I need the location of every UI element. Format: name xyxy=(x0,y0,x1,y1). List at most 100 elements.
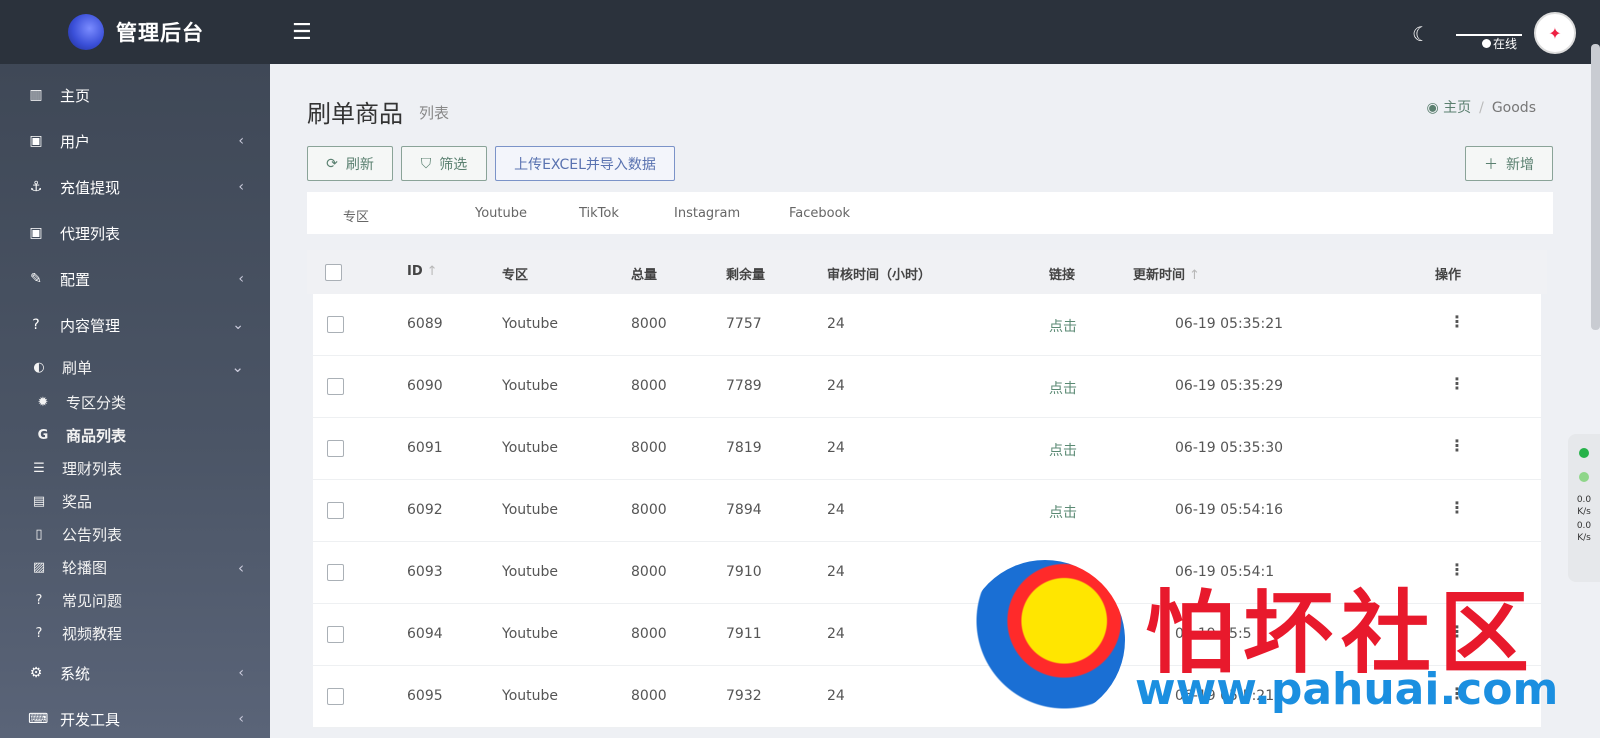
add-button[interactable]: ＋ 新增 xyxy=(1465,146,1553,181)
column-header-id[interactable]: ID ↑ xyxy=(407,264,438,279)
sidebar-item-dev-tools[interactable]: ⌨ 开发工具 ‹ xyxy=(0,696,270,738)
watermark-url: www.pahuai.com xyxy=(1135,664,1559,715)
half-circle-icon: ◐ xyxy=(33,359,45,375)
sidebar-item-prizes[interactable]: ▤ 奖品 xyxy=(0,485,270,518)
cell-link[interactable]: 点击 xyxy=(1049,502,1077,522)
more-actions-icon[interactable]: ⋮ xyxy=(1449,498,1465,517)
chevron-left-icon: ‹ xyxy=(238,179,244,195)
sidebar-item-faq[interactable]: ? 常见问题 xyxy=(0,584,270,617)
select-all-checkbox[interactable] xyxy=(325,264,342,281)
cell-zone: Youtube xyxy=(502,378,558,394)
sidebar-item-users[interactable]: ▣ 用户 ‹ xyxy=(0,118,270,164)
sidebar-item-recharge[interactable]: ⚓ 充值提现 ‹ xyxy=(0,164,270,210)
cell-review-hours: 24 xyxy=(827,626,845,642)
row-checkbox[interactable] xyxy=(327,316,344,333)
table-row: 6091 Youtube 8000 7819 24 点击 06-19 05:35:30 ⋮ xyxy=(313,418,1541,480)
column-header-total: 总量 xyxy=(631,268,658,283)
tab-youtube[interactable]: Youtube xyxy=(475,206,527,221)
cell-total: 8000 xyxy=(631,378,667,394)
tool-icon: ✎ xyxy=(30,271,42,287)
sidebar-item-home[interactable]: ▥ 主页 xyxy=(0,72,270,118)
document-icon: ▯ xyxy=(35,527,43,542)
cell-link[interactable]: 点击 xyxy=(1049,316,1077,336)
avatar[interactable]: ✦ xyxy=(1534,12,1576,54)
chevron-down-icon: ⌄ xyxy=(232,317,244,333)
row-checkbox[interactable] xyxy=(327,440,344,457)
upload-speed-unit: K/s xyxy=(1577,507,1591,517)
cell-link[interactable]: 点击 xyxy=(1049,440,1077,460)
cell-review-hours: 24 xyxy=(827,564,845,580)
more-actions-icon[interactable]: ⋮ xyxy=(1449,312,1465,331)
row-checkbox[interactable] xyxy=(327,378,344,395)
sort-arrow-icon: ↑ xyxy=(426,264,438,279)
table-row: 6092 Youtube 8000 7894 24 点击 06-19 05:54:16 ⋮ xyxy=(313,480,1541,542)
dark-mode-icon[interactable]: ☾ xyxy=(1412,22,1430,46)
breadcrumb-current: Goods xyxy=(1491,100,1536,116)
more-actions-icon[interactable]: ⋮ xyxy=(1449,374,1465,393)
cell-remaining: 7819 xyxy=(726,440,762,456)
filter-button-label: 筛选 xyxy=(439,156,468,173)
sidebar-item-goods-list[interactable]: G 商品列表 xyxy=(0,419,270,452)
refresh-button-label: 刷新 xyxy=(345,156,374,173)
watermark: 怕坏社区 www.pahuai.com xyxy=(965,560,1575,730)
page-scrollbar[interactable] xyxy=(1591,44,1600,330)
keyboard-icon: ⌨ xyxy=(28,711,49,727)
column-header-label: 更新时间 xyxy=(1133,268,1186,283)
cell-zone: Youtube xyxy=(502,440,558,456)
breadcrumb-home[interactable]: ◉ 主页 xyxy=(1426,100,1471,116)
sidebar-item-carousel[interactable]: ▨ 轮播图 ‹ xyxy=(0,551,270,584)
sidebar-item-label: 商品列表 xyxy=(66,427,127,445)
sidebar-item-label: 公告列表 xyxy=(62,526,123,544)
row-checkbox[interactable] xyxy=(327,502,344,519)
tab-instagram[interactable]: Instagram xyxy=(674,206,740,221)
gear-icon: ✹ xyxy=(37,395,49,410)
column-header-zone: 专区 xyxy=(502,268,529,283)
brand[interactable]: 管理后台 xyxy=(0,0,270,64)
cell-review-hours: 24 xyxy=(827,378,845,394)
user-card-icon: ▣ xyxy=(29,225,43,241)
tab-facebook[interactable]: Facebook xyxy=(789,206,850,221)
row-checkbox[interactable] xyxy=(327,688,344,705)
tab-zone[interactable]: 专区 xyxy=(343,206,369,225)
chevron-left-icon: ‹ xyxy=(238,133,244,149)
cell-review-hours: 24 xyxy=(827,502,845,518)
online-status: 在线 xyxy=(1482,35,1517,52)
sidebar-item-agents[interactable]: ▣ 代理列表 xyxy=(0,210,270,256)
sidebar-item-label: 配置 xyxy=(60,270,91,289)
more-actions-icon[interactable]: ⋮ xyxy=(1449,436,1465,455)
sidebar-item-finance-list[interactable]: ☰ 理财列表 xyxy=(0,452,270,485)
g-letter-icon: G xyxy=(37,428,49,443)
sidebar-item-config[interactable]: ✎ 配置 ‹ xyxy=(0,256,270,302)
cell-id: 6091 xyxy=(407,440,443,456)
sidebar-item-brush[interactable]: ◐ 刷单 ⌄ xyxy=(0,348,270,386)
cell-total: 8000 xyxy=(631,564,667,580)
page-title: 刷单商品 xyxy=(307,100,403,128)
column-header-updated[interactable]: 更新时间 ↑ xyxy=(1133,264,1200,283)
cell-zone: Youtube xyxy=(502,502,558,518)
sidebar-item-label: 内容管理 xyxy=(60,316,121,335)
upload-excel-button[interactable]: 上传EXCEL并导入数据 xyxy=(495,146,675,181)
hamburger-menu-icon[interactable]: ☰ xyxy=(292,20,312,45)
online-status-label: 在线 xyxy=(1493,37,1518,51)
sidebar-item-content[interactable]: ? 内容管理 ⌄ xyxy=(0,302,270,348)
cell-link[interactable]: 点击 xyxy=(1049,378,1077,398)
sidebar-item-announcements[interactable]: ▯ 公告列表 xyxy=(0,518,270,551)
sidebar-item-system[interactable]: ⚙ 系统 ‹ xyxy=(0,650,270,696)
refresh-button[interactable]: ⟳ 刷新 xyxy=(307,146,393,181)
cell-total: 8000 xyxy=(631,440,667,456)
sidebar-item-video-tutorial[interactable]: ? 视频教程 xyxy=(0,617,270,650)
sidebar-item-label: 系统 xyxy=(60,664,91,683)
row-checkbox[interactable] xyxy=(327,564,344,581)
row-checkbox[interactable] xyxy=(327,626,344,643)
chevron-left-icon: ‹ xyxy=(238,271,244,287)
sidebar-item-label: 常见问题 xyxy=(62,592,123,610)
cell-zone: Youtube xyxy=(502,688,558,704)
list-icon: ☰ xyxy=(33,461,45,476)
sidebar-item-label: 理财列表 xyxy=(62,460,123,478)
sidebar-item-label: 奖品 xyxy=(62,493,93,511)
sidebar-item-zone-category[interactable]: ✹ 专区分类 xyxy=(0,386,270,419)
column-header-remaining: 剩余量 xyxy=(726,268,766,283)
tab-tiktok[interactable]: TikTok xyxy=(579,206,619,221)
filter-button[interactable]: ⛉ 筛选 xyxy=(401,146,487,181)
cell-remaining: 7932 xyxy=(726,688,762,704)
